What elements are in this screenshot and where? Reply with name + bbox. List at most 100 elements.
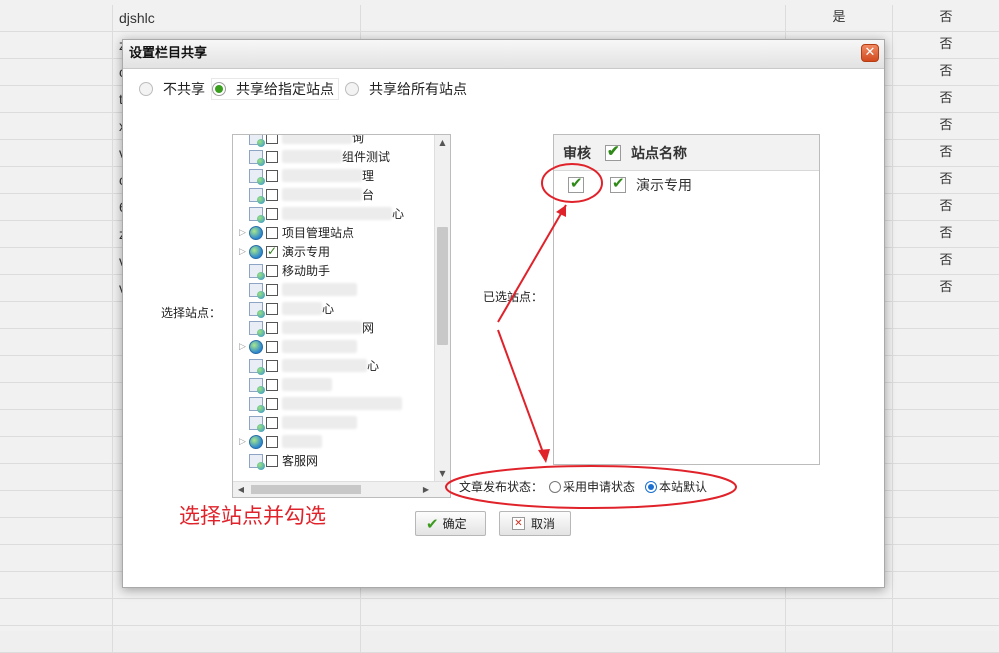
expand-icon[interactable]: ▷: [239, 247, 249, 257]
tree-node[interactable]: 台: [233, 185, 434, 204]
site-checkbox[interactable]: [266, 416, 278, 429]
scroll-right-icon[interactable]: ▶: [418, 482, 434, 497]
site-checkbox[interactable]: [266, 340, 278, 353]
expand-icon[interactable]: ▷: [239, 437, 249, 447]
share-radio[interactable]: [139, 82, 153, 96]
row-cell: [0, 221, 113, 247]
share-radio[interactable]: [345, 82, 359, 96]
close-icon[interactable]: ✕: [861, 44, 879, 62]
site-checkbox[interactable]: [266, 244, 278, 258]
header-review: 审核: [563, 145, 591, 162]
status-radio-default[interactable]: [645, 480, 658, 493]
site-checkbox[interactable]: [266, 359, 278, 372]
share-radio[interactable]: [212, 82, 226, 96]
expand-icon[interactable]: ▷: [239, 228, 249, 238]
tree-vertical-scrollbar[interactable]: ▲ ▼: [434, 135, 450, 482]
row-flag-b: 否: [939, 91, 953, 106]
tree-node[interactable]: ▷: [233, 432, 434, 451]
tree-node[interactable]: 客服网: [233, 451, 434, 470]
tree-horizontal-scrollbar[interactable]: ◀ ▶: [233, 481, 450, 497]
row-cell: [0, 356, 113, 382]
tree-node[interactable]: ▷ 演示专用: [233, 242, 434, 261]
tree-node[interactable]: 心: [233, 356, 434, 375]
share-settings-dialog: 设置栏目共享 ✕ 不共享 共享给指定站点 共享给所有站点 选择站点： 已选站点： 询…: [122, 39, 885, 588]
tree-node-label: 组件测试: [342, 150, 391, 164]
site-checkbox[interactable]: [266, 302, 278, 315]
annotation-text: 选择站点并勾选: [179, 504, 326, 528]
tree-node[interactable]: 网: [233, 318, 434, 337]
status-radio-apply[interactable]: [549, 480, 562, 493]
tree-node[interactable]: 心: [233, 299, 434, 318]
site-checkbox[interactable]: [266, 435, 278, 448]
tree-node[interactable]: ▷: [233, 337, 434, 356]
row-cell: [361, 626, 786, 652]
share-option-1[interactable]: 共享给指定站点: [211, 78, 339, 100]
row-cell: [0, 86, 113, 112]
tree-node[interactable]: [233, 375, 434, 394]
redacted-text: [282, 207, 392, 220]
status-option-apply[interactable]: 采用申请状态: [563, 478, 635, 495]
scroll-thumb-horizontal[interactable]: [251, 485, 361, 494]
expand-icon[interactable]: ▷: [239, 342, 249, 352]
tree-node[interactable]: ▷ 项目管理站点: [233, 223, 434, 242]
select-site-label: 选择站点：: [161, 306, 222, 320]
row-flag-b: 否: [939, 118, 953, 133]
row-flag-a: 是: [786, 5, 893, 31]
scroll-left-icon[interactable]: ◀: [233, 482, 249, 497]
table-row-empty: [0, 626, 999, 653]
row-cell: [0, 383, 113, 409]
cancel-icon: ✕: [512, 517, 525, 530]
cancel-button[interactable]: ✕ 取消: [499, 511, 571, 536]
share-option-2[interactable]: 共享给所有站点: [345, 79, 467, 99]
row-cell: [0, 140, 113, 166]
row-cell: [0, 518, 113, 544]
table-row: 演示专用: [554, 171, 819, 199]
row-cell: [893, 626, 999, 652]
site-checkbox[interactable]: [266, 397, 278, 410]
share-option-label: 不共享: [163, 82, 205, 98]
site-checkbox[interactable]: [266, 226, 278, 239]
tree-node[interactable]: 询: [233, 135, 434, 147]
row-cell: [893, 491, 999, 517]
site-checkbox[interactable]: [266, 283, 278, 296]
site-checkbox[interactable]: [266, 207, 278, 220]
tree-node-label: 移动助手: [282, 264, 331, 278]
row-cell: [0, 5, 113, 31]
tree-node[interactable]: 移动助手: [233, 261, 434, 280]
row-cell: [0, 32, 113, 58]
tree-node[interactable]: [233, 413, 434, 432]
site-checkbox[interactable]: [266, 169, 278, 182]
site-checkbox[interactable]: [610, 174, 626, 193]
row-flag-b: 否: [939, 172, 953, 187]
tree-node[interactable]: 理: [233, 166, 434, 185]
row-cell: [0, 410, 113, 436]
page-icon: [249, 187, 265, 204]
tree-node[interactable]: 心: [233, 204, 434, 223]
scroll-down-icon[interactable]: ▼: [435, 466, 450, 482]
header-site-name: 站点名称: [631, 145, 687, 162]
tree-node-label: 客服网: [282, 454, 319, 468]
status-option-default[interactable]: 本站默认: [659, 478, 707, 495]
site-checkbox[interactable]: [266, 378, 278, 391]
tree-node[interactable]: [233, 280, 434, 299]
site-checkbox[interactable]: [266, 188, 278, 201]
share-option-0[interactable]: 不共享: [139, 79, 205, 99]
selected-site-name: 演示专用: [636, 178, 692, 194]
row-cell: [0, 491, 113, 517]
dialog-title: 设置栏目共享: [129, 46, 208, 61]
scroll-thumb[interactable]: [437, 227, 448, 345]
site-checkbox[interactable]: [266, 150, 278, 163]
site-checkbox[interactable]: [266, 454, 278, 467]
site-checkbox[interactable]: [266, 264, 278, 277]
tree-node[interactable]: 组件测试: [233, 147, 434, 166]
globe-icon: [249, 434, 263, 449]
table-row: djshlc 是 否: [0, 5, 999, 32]
redacted-text: [282, 359, 367, 372]
confirm-button[interactable]: ✔ 确定: [415, 511, 486, 536]
select-all-checkbox[interactable]: [605, 142, 621, 161]
review-checkbox[interactable]: [568, 174, 584, 193]
scroll-up-icon[interactable]: ▲: [435, 135, 450, 151]
site-checkbox[interactable]: [266, 321, 278, 334]
site-checkbox[interactable]: [266, 135, 278, 144]
tree-node[interactable]: [233, 394, 434, 413]
